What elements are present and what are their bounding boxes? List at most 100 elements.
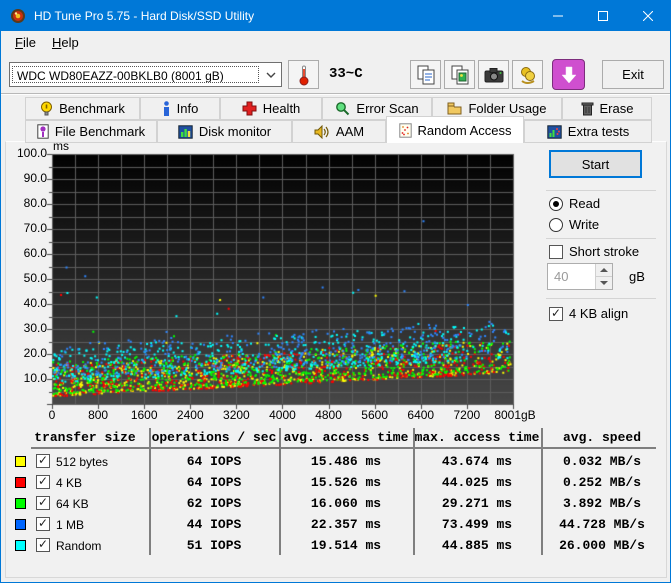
write-label: Write (569, 217, 599, 232)
read-radio[interactable]: Read (549, 196, 600, 211)
ops-value: 64 IOPS (149, 475, 279, 490)
minimize-button[interactable] (535, 1, 580, 31)
drive-select[interactable]: WDC WD80EAZZ-00BKLB0 (8001 gB) (9, 62, 282, 87)
close-button[interactable] (625, 1, 670, 31)
radio-icon (549, 218, 563, 232)
avg-speed-value: 0.252 MB/s (541, 475, 663, 490)
exit-label: Exit (622, 67, 644, 82)
tab-label: Folder Usage (468, 101, 546, 116)
tab-label: Health (263, 101, 301, 116)
max-access-value: 43.674 ms (413, 454, 541, 469)
avg-access-value: 15.526 ms (279, 475, 413, 490)
tab-benchmark[interactable]: Benchmark (25, 97, 140, 120)
spinner-up-button[interactable] (596, 264, 612, 276)
stroke-unit-label: gB (629, 269, 645, 284)
table-header-rule (31, 447, 656, 449)
column-divider (279, 428, 281, 555)
tab-extra-tests[interactable]: Extra tests (524, 120, 652, 143)
ops-value: 62 IOPS (149, 496, 279, 511)
screenshot-button[interactable] (478, 60, 509, 89)
camera-icon (484, 67, 504, 83)
avg-speed-value: 26.000 MB/s (541, 538, 663, 553)
y-axis-label: 10.0 (13, 371, 47, 385)
tab-label: Extra tests (568, 124, 629, 139)
copy-image-icon (451, 65, 469, 85)
avg-access-value: 22.357 ms (279, 517, 413, 532)
tab-disk-monitor[interactable]: Disk monitor (157, 120, 292, 143)
exit-button[interactable]: Exit (602, 60, 664, 89)
series-checkbox[interactable]: ✓ (36, 475, 50, 489)
trash-icon (581, 101, 594, 116)
temperature-value: 33~C (329, 66, 363, 82)
y-axis-label: 90.0 (13, 171, 47, 185)
y-axis-label: 60.0 (13, 246, 47, 260)
series-color-swatch (15, 456, 26, 467)
speaker-icon (314, 125, 330, 139)
tab-erase[interactable]: Erase (562, 97, 652, 120)
thermometer-icon (298, 64, 310, 86)
maximize-button[interactable] (580, 1, 625, 31)
tab-label: Error Scan (356, 101, 418, 116)
close-icon (643, 11, 653, 21)
short-stroke-checkbox[interactable]: ✓ Short stroke (549, 244, 639, 259)
col-header-max-access: max. access time (413, 430, 541, 445)
drive-select-value: WDC WD80EAZZ-00BKLB0 (8001 gB) (12, 66, 259, 83)
series-label: 4 KB (56, 476, 82, 490)
write-radio[interactable]: Write (549, 217, 599, 232)
tab-aam[interactable]: AAM (292, 120, 386, 143)
align-checkbox[interactable]: ✓ 4 KB align (549, 306, 628, 321)
short-stroke-label: Short stroke (569, 244, 639, 259)
tab-file-benchmark[interactable]: File Benchmark (25, 120, 157, 143)
chevron-down-icon (261, 72, 281, 78)
tab-label: Info (177, 101, 199, 116)
checkbox-icon: ✓ (549, 245, 563, 259)
tab-label: Random Access (418, 123, 512, 138)
folder-icon (447, 102, 462, 115)
y-axis-label: 50.0 (13, 271, 47, 285)
tab-random-access[interactable]: Random Access (386, 116, 524, 143)
benchmark-icon (40, 101, 53, 116)
magnifier-icon (335, 101, 350, 116)
series-checkbox[interactable]: ✓ (36, 517, 50, 531)
donate-button[interactable] (512, 60, 543, 89)
avg-speed-value: 0.032 MB/s (541, 454, 663, 469)
menu-help[interactable]: Help (44, 32, 87, 53)
update-button[interactable] (552, 59, 585, 90)
tab-label: File Benchmark (55, 124, 145, 139)
tab-label: Benchmark (59, 101, 125, 116)
series-checkbox[interactable]: ✓ (36, 454, 50, 468)
x-axis-end-label: 8001gB (487, 408, 543, 422)
avg-access-value: 16.060 ms (279, 496, 413, 511)
y-axis-label: 20.0 (13, 346, 47, 360)
separator (546, 190, 656, 191)
tab-label: Disk monitor (199, 124, 271, 139)
max-access-value: 44.025 ms (413, 475, 541, 490)
max-access-value: 73.499 ms (413, 517, 541, 532)
short-stroke-size-spinner[interactable]: 40 (547, 263, 613, 290)
tab-health[interactable]: Health (220, 97, 322, 120)
series-checkbox[interactable]: ✓ (36, 538, 50, 552)
tab-info[interactable]: Info (140, 97, 220, 120)
max-access-value: 29.271 ms (413, 496, 541, 511)
temperature-button[interactable] (288, 60, 319, 89)
spinner-down-button[interactable] (596, 276, 612, 289)
y-axis-label: 80.0 (13, 196, 47, 210)
checkbox-icon: ✓ (549, 307, 563, 321)
menu-file[interactable]: File (7, 32, 44, 53)
series-checkbox[interactable]: ✓ (36, 496, 50, 510)
window-title: HD Tune Pro 5.75 - Hard Disk/SSD Utility (34, 9, 535, 23)
series-color-swatch (15, 498, 26, 509)
series-label: 512 bytes (56, 455, 108, 469)
start-label: Start (582, 157, 609, 172)
read-label: Read (569, 196, 600, 211)
column-divider (541, 428, 543, 555)
copy-image-button[interactable] (444, 60, 475, 89)
copy-text-button[interactable] (410, 60, 441, 89)
series-color-swatch (15, 519, 26, 530)
col-header-avg-speed: avg. speed (541, 430, 663, 445)
minimize-icon (553, 11, 563, 21)
y-axis-label: 40.0 (13, 296, 47, 310)
spinner-value: 40 (548, 264, 595, 289)
start-button[interactable]: Start (549, 150, 642, 178)
series-label: Random (56, 539, 101, 553)
